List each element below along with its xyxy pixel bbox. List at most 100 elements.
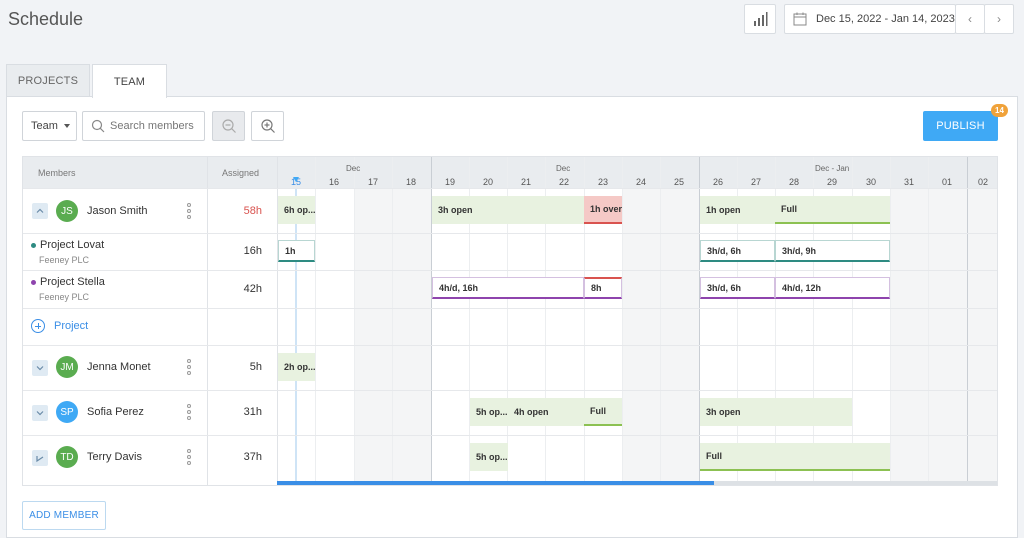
avatar: JM xyxy=(56,356,78,378)
client-name: Feeney PLC xyxy=(39,255,90,265)
schedule-bar[interactable]: Full xyxy=(775,196,890,224)
day-label: 22 xyxy=(558,177,569,187)
member-name[interactable]: Terry Davis xyxy=(87,451,142,463)
schedule-bar[interactable]: 6h op... xyxy=(278,196,315,224)
more-options-icon[interactable] xyxy=(187,449,191,465)
day-label: 29 xyxy=(826,177,837,187)
avatar: TD xyxy=(56,446,78,468)
assigned-hours: 58h xyxy=(243,205,262,217)
schedule-bar[interactable]: 3h/d, 9h xyxy=(775,240,890,262)
day-label: 23 xyxy=(597,177,608,187)
day-label: 01 xyxy=(941,177,952,187)
zoom-in-button[interactable] xyxy=(251,111,284,141)
date-range-picker[interactable]: Dec 15, 2022 - Jan 14, 2023 xyxy=(784,4,956,34)
schedule-bar[interactable]: Full xyxy=(700,443,890,471)
schedule-bar[interactable]: 4h open xyxy=(508,398,584,426)
chevron-down-icon xyxy=(36,456,44,463)
project-name[interactable]: Project Lovat xyxy=(31,239,104,251)
caret-down-icon xyxy=(63,124,70,128)
plus-circle-icon xyxy=(31,319,45,333)
schedule-bar[interactable]: 4h/d, 16h xyxy=(432,277,584,299)
today-marker xyxy=(293,177,299,182)
more-options-icon[interactable] xyxy=(187,359,191,375)
schedule-bar[interactable]: 3h/d, 6h xyxy=(700,277,775,299)
schedule-grid: Members Assigned Dec Dec Dec - Jan 15 16… xyxy=(22,156,998,486)
publish-button[interactable]: PUBLISH xyxy=(923,111,998,141)
schedule-bar[interactable]: 1h xyxy=(278,240,315,262)
project-name[interactable]: Project Stella xyxy=(31,276,105,288)
assigned-header-label: Assigned xyxy=(222,167,260,178)
day-label: 19 xyxy=(444,177,455,187)
day-label: 28 xyxy=(788,177,799,187)
bar-chart-icon xyxy=(754,12,768,26)
member-name[interactable]: Jenna Monet xyxy=(87,361,151,373)
assigned-hours: 5h xyxy=(249,361,262,373)
day-label: 17 xyxy=(367,177,378,187)
day-label: 31 xyxy=(903,177,914,187)
prev-period-button[interactable]: ‹ xyxy=(955,4,985,34)
publish-count-badge: 14 xyxy=(991,104,1008,117)
day-label: 25 xyxy=(673,177,684,187)
day-label: 20 xyxy=(482,177,493,187)
project-label: Project Stella xyxy=(40,276,105,288)
member-name[interactable]: Sofia Perez xyxy=(87,406,144,418)
schedule-bar[interactable]: 3h open xyxy=(432,196,584,224)
schedule-bar[interactable]: 3h open xyxy=(700,398,852,426)
team-filter-select[interactable]: Team xyxy=(22,111,77,141)
scrollbar-thumb[interactable] xyxy=(277,481,714,485)
bar-chart-button[interactable] xyxy=(744,4,776,34)
schedule-bar[interactable]: 3h/d, 6h xyxy=(700,240,775,262)
chevron-down-icon xyxy=(36,366,44,371)
avatar: SP xyxy=(56,401,78,423)
assigned-hours: 37h xyxy=(243,451,262,463)
page-title: Schedule xyxy=(8,9,84,29)
schedule-bar[interactable]: 2h op... xyxy=(278,353,315,381)
calendar-icon xyxy=(793,12,807,26)
project-color-dot xyxy=(31,279,36,285)
search-input[interactable] xyxy=(110,120,200,132)
avatar: JS xyxy=(56,200,78,222)
members-column-header: Members xyxy=(23,157,207,188)
add-project-label: Project xyxy=(54,320,89,332)
team-filter-label: Team xyxy=(31,120,58,132)
schedule-bar[interactable]: 5h op... xyxy=(470,443,508,471)
day-label: 21 xyxy=(520,177,531,187)
schedule-bar[interactable]: 1h open xyxy=(700,196,775,224)
members-header-label: Members xyxy=(38,167,76,178)
day-label: 02 xyxy=(977,177,988,187)
schedule-bar[interactable]: 5h op... xyxy=(470,398,508,426)
more-options-icon[interactable] xyxy=(187,203,191,219)
chevron-down-icon xyxy=(36,411,44,416)
day-label: 26 xyxy=(712,177,723,187)
add-project-button[interactable]: Project xyxy=(31,319,88,333)
more-options-icon[interactable] xyxy=(187,404,191,420)
project-label: Project Lovat xyxy=(40,239,105,251)
schedule-bar[interactable]: Full xyxy=(584,398,622,426)
tab-projects[interactable]: PROJECTS xyxy=(6,64,90,97)
assigned-hours: 31h xyxy=(243,406,262,418)
chevron-left-icon: ‹ xyxy=(968,12,972,26)
member-name[interactable]: Jason Smith xyxy=(87,205,148,217)
date-range-label: Dec 15, 2022 - Jan 14, 2023 xyxy=(816,13,955,25)
schedule-bar[interactable]: 8h xyxy=(584,277,622,299)
schedule-bar[interactable]: 1h over xyxy=(584,196,622,224)
zoom-out-icon xyxy=(221,119,236,133)
zoom-out-button[interactable] xyxy=(212,111,245,141)
assigned-hours: 16h xyxy=(243,245,262,257)
collapse-button[interactable] xyxy=(32,203,48,219)
search-icon xyxy=(91,119,105,133)
search-members-box[interactable] xyxy=(82,111,205,141)
day-label: 27 xyxy=(750,177,761,187)
day-label: 30 xyxy=(865,177,876,187)
month-label: Dec - Jan xyxy=(815,164,850,173)
expand-button[interactable] xyxy=(32,360,48,376)
day-label: 18 xyxy=(405,177,416,187)
tab-team[interactable]: TEAM xyxy=(92,64,167,98)
month-label: Dec xyxy=(346,164,361,173)
expand-button[interactable] xyxy=(32,450,48,466)
expand-button[interactable] xyxy=(32,405,48,421)
assigned-hours: 42h xyxy=(243,283,262,295)
schedule-bar[interactable]: 4h/d, 12h xyxy=(775,277,890,299)
next-period-button[interactable]: › xyxy=(984,4,1014,34)
add-member-button[interactable]: ADD MEMBER xyxy=(22,501,106,530)
